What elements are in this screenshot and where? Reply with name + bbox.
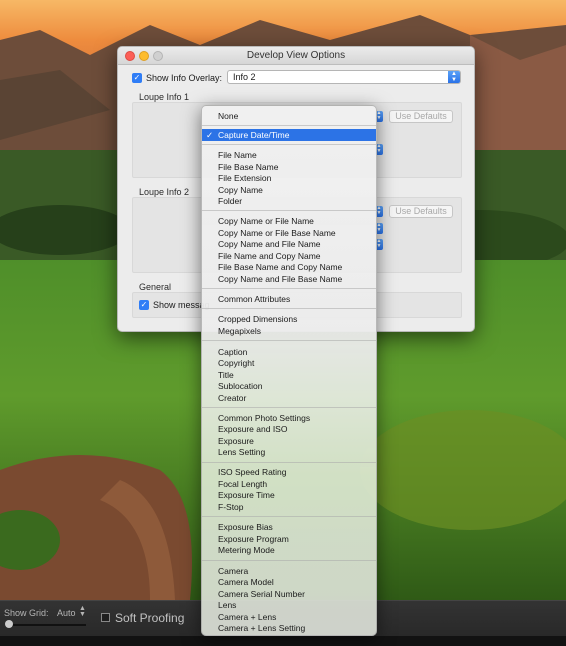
menu-separator	[202, 125, 376, 126]
show-info-overlay-label[interactable]: Show Info Overlay:	[146, 73, 222, 83]
menu-item-exposure-and-iso[interactable]: Exposure and ISO	[202, 423, 376, 435]
loupe-info-1-label: Loupe Info 1	[139, 92, 190, 102]
menu-separator	[202, 407, 376, 408]
show-messages-checkbox[interactable]: ✓	[139, 300, 149, 310]
menu-item-common-attributes[interactable]: Common Attributes	[202, 293, 376, 305]
menu-separator	[202, 210, 376, 211]
grid-slider-thumb[interactable]	[5, 620, 13, 628]
info-overlay-value: Info 2	[233, 72, 256, 82]
menu-item-copyright[interactable]: Copyright	[202, 357, 376, 369]
updown-arrows-icon[interactable]: ▲ ▼	[79, 605, 86, 618]
menu-item-lens-setting[interactable]: Lens Setting	[202, 446, 376, 458]
menu-item-cropped-dimensions[interactable]: Cropped Dimensions	[202, 313, 376, 325]
window-title: Develop View Options	[246, 50, 346, 61]
title-bar: Develop View Options	[118, 47, 474, 65]
select-arrows-icon: ▲ ▼	[448, 71, 460, 83]
menu-item-file-base-name-and-copy-name[interactable]: File Base Name and Copy Name	[202, 261, 376, 273]
loupe-info-2-label: Loupe Info 2	[139, 187, 190, 197]
menu-item-camera-model[interactable]: Camera Model	[202, 576, 376, 588]
menu-separator	[202, 516, 376, 517]
checkmark-icon: ✓	[206, 130, 214, 140]
info-overlay-select[interactable]: Info 2 ▲ ▼	[227, 70, 461, 84]
menu-item-lens[interactable]: Lens	[202, 599, 376, 611]
menu-item-none[interactable]: None	[202, 110, 376, 122]
menu-item-exposure-time[interactable]: Exposure Time	[202, 489, 376, 501]
menu-item-camera-plus-lens-setting[interactable]: Camera + Lens Setting	[202, 622, 376, 634]
menu-separator	[202, 144, 376, 145]
menu-separator	[202, 462, 376, 463]
menu-item-iso-speed-rating[interactable]: ISO Speed Rating	[202, 466, 376, 478]
show-messages-row: ✓ Show messag	[139, 300, 210, 310]
soft-proofing-label[interactable]: Soft Proofing	[115, 611, 184, 625]
show-info-overlay-checkbox[interactable]: ✓	[132, 73, 142, 83]
loupe-info-1-use-defaults-button[interactable]: Use Defaults	[389, 110, 453, 123]
menu-item-sublocation[interactable]: Sublocation	[202, 380, 376, 392]
show-grid-select[interactable]: Auto	[57, 608, 76, 618]
show-grid-label: Show Grid:	[4, 608, 49, 618]
info-field-dropdown-menu: None ✓ Capture Date/Time File Name File …	[201, 105, 377, 636]
menu-item-exposure-bias[interactable]: Exposure Bias	[202, 521, 376, 533]
loupe-info-2-use-defaults-button[interactable]: Use Defaults	[389, 205, 453, 218]
grid-slider-track[interactable]	[6, 624, 86, 626]
general-label: General	[139, 282, 172, 292]
menu-separator	[202, 560, 376, 561]
menu-item-capture-date-time[interactable]: ✓ Capture Date/Time	[202, 129, 376, 141]
menu-item-creator[interactable]: Creator	[202, 392, 376, 404]
menu-item-label: Capture Date/Time	[218, 130, 290, 140]
menu-separator	[202, 340, 376, 341]
menu-item-metering-mode[interactable]: Metering Mode	[202, 544, 376, 556]
menu-item-copy-name-and-file-name[interactable]: Copy Name and File Name	[202, 238, 376, 250]
filmstrip-edge	[0, 636, 566, 646]
menu-separator	[202, 308, 376, 309]
menu-separator	[202, 288, 376, 289]
menu-item-file-extension[interactable]: File Extension	[202, 172, 376, 184]
menu-item-file-name[interactable]: File Name	[202, 149, 376, 161]
show-info-overlay-row: ✓ Show Info Overlay:	[132, 70, 222, 86]
soft-proofing-checkbox[interactable]	[101, 613, 110, 622]
menu-item-copy-name-and-file-base-name[interactable]: Copy Name and File Base Name	[202, 273, 376, 285]
menu-item-folder[interactable]: Folder	[202, 195, 376, 207]
menu-item-copy-name-or-file-name[interactable]: Copy Name or File Name	[202, 215, 376, 227]
menu-item-f-stop[interactable]: F-Stop	[202, 501, 376, 513]
menu-item-megapixels[interactable]: Megapixels	[202, 325, 376, 337]
